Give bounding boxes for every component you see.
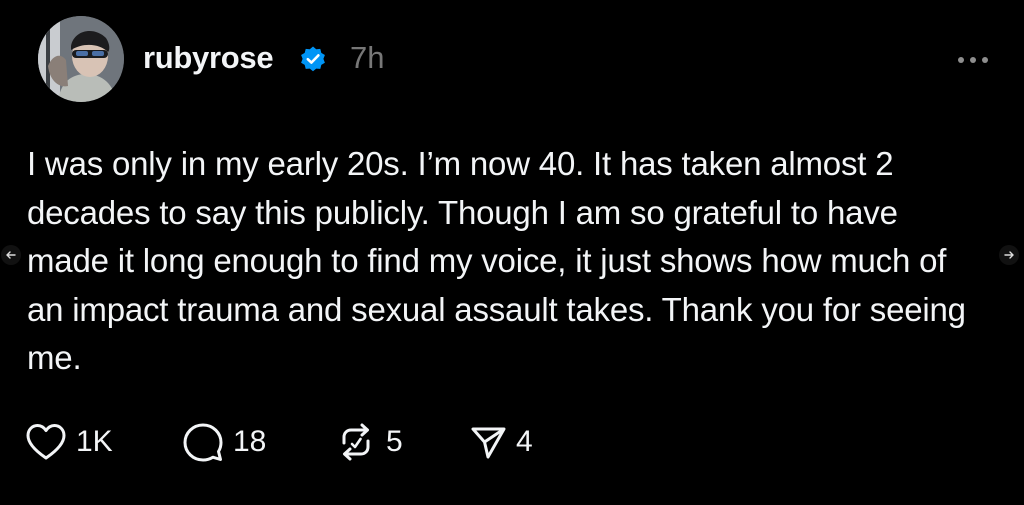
threads-post: rubyrose 7h I was only in my early 20s. … — [0, 0, 1024, 505]
username[interactable]: rubyrose — [143, 38, 274, 78]
arrow-right-icon[interactable] — [998, 244, 1020, 266]
post-actions-bar: 1K 18 5 4 — [24, 418, 624, 466]
repost-icon — [342, 423, 370, 461]
avatar-photo — [38, 16, 124, 102]
post-body-text: I was only in my early 20s. I’m now 40. … — [27, 145, 966, 376]
share-count: 4 — [516, 425, 533, 458]
post-timestamp: 7h — [350, 40, 385, 75]
repost-button[interactable]: 5 — [334, 418, 403, 466]
comment-count: 18 — [233, 425, 267, 458]
repost-count: 5 — [386, 425, 403, 458]
like-count: 1K — [76, 425, 113, 458]
verified-badge-icon — [301, 46, 325, 72]
comment-bubble-icon — [183, 423, 223, 462]
arrow-left-icon[interactable] — [0, 244, 22, 266]
share-button[interactable]: 4 — [468, 418, 533, 466]
avatar[interactable] — [38, 16, 124, 102]
heart-icon — [26, 424, 66, 460]
more-horizontal-icon[interactable] — [955, 50, 991, 70]
comment-button[interactable]: 18 — [181, 418, 266, 466]
send-icon — [471, 427, 506, 459]
like-button[interactable]: 1K — [24, 418, 113, 466]
